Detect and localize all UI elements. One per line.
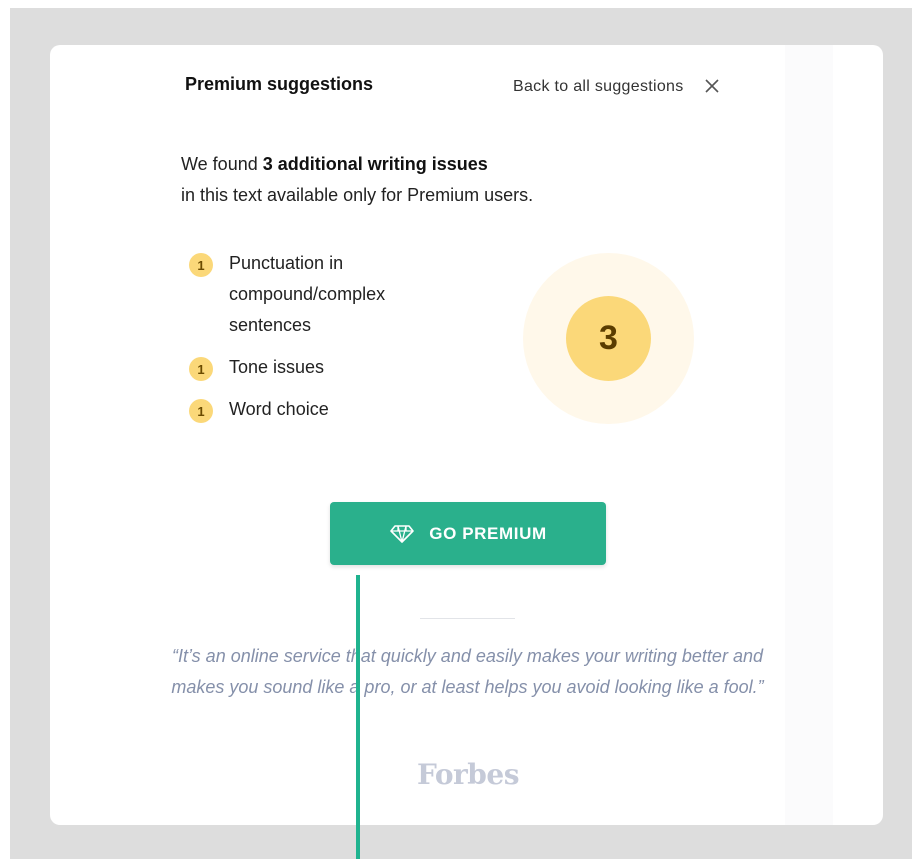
issue-item: 1 Tone issues (189, 355, 429, 383)
total-issues-count: 3 (566, 296, 651, 381)
forbes-logo: Forbes (417, 758, 519, 791)
issue-count-badge: 1 (189, 253, 213, 277)
premium-suggestions-panel: Premium suggestions Back to all suggesti… (50, 45, 883, 825)
testimonial-quote: “It’s an online service that quickly and… (171, 646, 764, 697)
divider (420, 618, 515, 619)
go-premium-label: GO PREMIUM (429, 523, 547, 543)
issue-item: 1 Punctuation in compound/complex senten… (189, 251, 429, 341)
close-icon[interactable] (703, 77, 721, 95)
intro-prefix: We found (181, 154, 263, 174)
text-cursor-line (356, 575, 360, 859)
intro-suffix: in this text available only for Premium … (181, 185, 534, 205)
side-strip (785, 45, 833, 825)
issue-item: 1 Word choice (189, 397, 429, 425)
issue-label: Punctuation in compound/complex sentence… (229, 253, 386, 335)
issue-count-badge: 1 (189, 357, 213, 381)
panel-header: Premium suggestions Back to all suggesti… (170, 45, 740, 120)
intro-highlight: 3 additional writing issues (262, 154, 488, 174)
diamond-icon (390, 524, 415, 543)
panel-title: Premium suggestions (185, 74, 374, 94)
issue-label: Tone issues (229, 357, 325, 377)
go-premium-button[interactable]: GO PREMIUM (330, 502, 606, 565)
issue-label: Word choice (229, 399, 329, 419)
back-to-suggestions-link[interactable]: Back to all suggestions (513, 78, 684, 96)
intro-text: We found 3 additional writing issues in … (181, 149, 701, 211)
issue-count-badge: 1 (189, 399, 213, 423)
